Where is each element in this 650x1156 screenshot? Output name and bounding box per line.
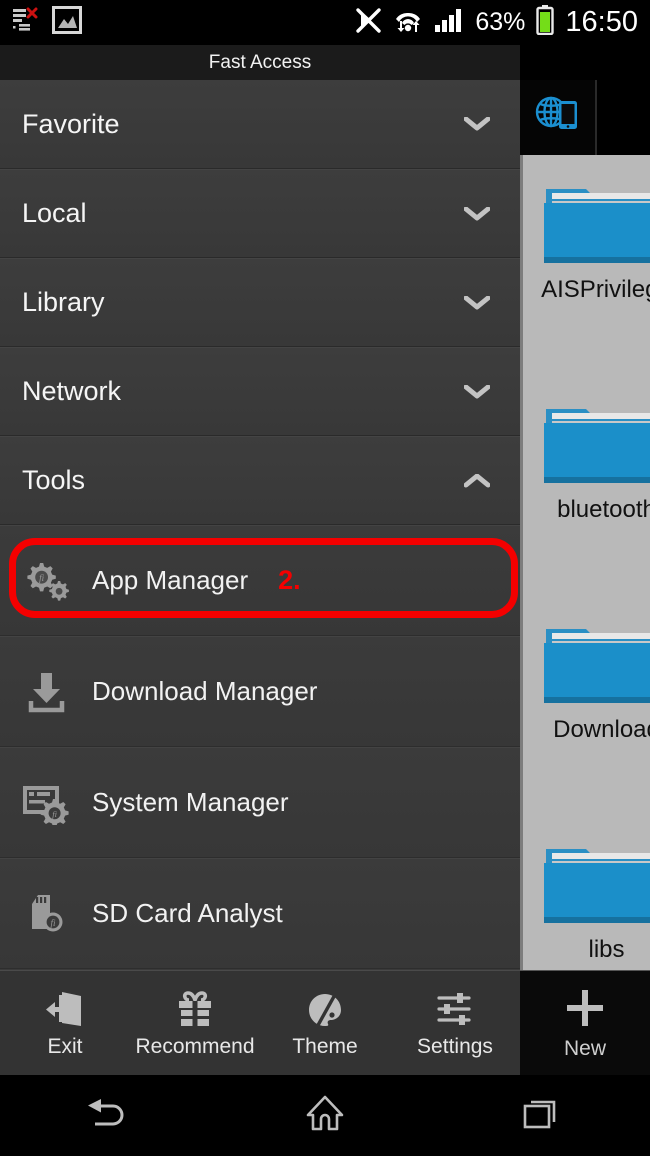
gift-icon [175, 988, 215, 1030]
status-bar-left-icons [12, 6, 82, 39]
signal-bars-icon [434, 7, 464, 38]
chevron-up-icon[interactable] [463, 473, 491, 488]
toolbar-button-label: Recommend [135, 1034, 255, 1058]
drawer-group-network[interactable]: Network [0, 347, 520, 436]
svg-text:fi: fi [52, 808, 57, 818]
file-browser-panel: AISPrivilege bluetooth [520, 45, 650, 1075]
battery-percent-label: 63% [475, 8, 526, 36]
drawer-group-label: Local [22, 198, 87, 228]
chevron-down-icon[interactable] [463, 384, 491, 399]
recents-icon [521, 1094, 563, 1137]
list-error-icon [12, 7, 38, 38]
svg-text:fi: fi [50, 918, 56, 928]
bluetooth-off-icon [354, 5, 382, 40]
toolbar-button-settings[interactable]: Settings [390, 988, 520, 1059]
folder-icon [542, 835, 650, 931]
battery-icon [536, 5, 555, 40]
drawer-group-label: Tools [22, 465, 86, 495]
clock-label: 16:50 [565, 6, 638, 38]
chevron-down-icon[interactable] [463, 295, 491, 310]
sliders-icon [435, 988, 475, 1030]
nav-back-button[interactable] [0, 1094, 217, 1137]
file-item-name: Download [553, 716, 650, 743]
svg-text:fi: fi [39, 573, 45, 583]
drawer-group-library[interactable]: Library [0, 258, 520, 347]
toolbar-button-label: Theme [292, 1034, 358, 1058]
new-button-label: New [563, 1036, 606, 1060]
folder-icon [542, 615, 650, 711]
back-arrow-icon [85, 1094, 131, 1137]
folder-icon [542, 395, 650, 491]
browser-tab-bar [520, 80, 650, 155]
toolbar-button-label: Exit [47, 1034, 83, 1058]
tool-item-download-manager[interactable]: Download Manager [0, 636, 520, 747]
file-grid: AISPrivilege bluetooth [520, 155, 650, 970]
android-nav-bar [0, 1075, 650, 1156]
tool-item-label: App Manager [92, 565, 249, 595]
home-icon [304, 1093, 346, 1138]
gears-icon: fi [20, 557, 74, 605]
file-item[interactable]: AISPrivilege [523, 155, 650, 375]
tool-item-label: System Manager [92, 787, 289, 817]
toolbar-button-exit[interactable]: Exit [0, 988, 130, 1059]
browser-tab-empty[interactable] [597, 80, 650, 155]
phone-screen: 63% 16:50 Fast Access Favorite Local Lib… [0, 0, 650, 1156]
sd-card-icon: fi [20, 890, 74, 938]
file-item-name: libs [588, 936, 625, 963]
toolbar-button-theme[interactable]: Theme [260, 988, 390, 1059]
file-item[interactable]: bluetooth [523, 375, 650, 595]
system-gear-icon: fi [20, 779, 74, 827]
globe-device-icon [534, 93, 582, 142]
tool-item-label: SD Card Analyst [92, 898, 283, 928]
nav-recents-button[interactable] [433, 1094, 650, 1137]
nav-home-button[interactable] [217, 1093, 434, 1138]
image-icon [52, 6, 82, 39]
toolbar-button-recommend[interactable]: Recommend [130, 988, 260, 1059]
file-item-name: AISPrivilege [541, 276, 650, 303]
folder-icon [542, 175, 650, 271]
file-item-name: bluetooth [557, 496, 650, 523]
annotation-step-number: 2. [278, 565, 301, 595]
file-item[interactable]: Download [523, 595, 650, 815]
new-button[interactable]: New [520, 970, 650, 1075]
page-title: Fast Access [208, 51, 312, 73]
bottom-toolbar: Exit Recommend Theme Settings [0, 970, 520, 1075]
tool-item-sd-card-analyst[interactable]: fi SD Card Analyst [0, 858, 520, 969]
tool-item-app-manager[interactable]: fi App Manager 2. [0, 525, 520, 636]
status-bar-right-icons: 63% 16:50 [354, 5, 638, 40]
drawer-group-label: Network [22, 376, 122, 406]
file-item[interactable]: libs [523, 815, 650, 970]
drawer-group-label: Favorite [22, 108, 120, 139]
download-icon [20, 668, 74, 716]
drawer-group-label: Library [22, 287, 105, 317]
drawer-group-tools[interactable]: Tools [0, 436, 520, 525]
tool-item-system-manager[interactable]: fi System Manager [0, 747, 520, 858]
palette-icon [305, 988, 345, 1030]
toolbar-button-label: Settings [417, 1034, 493, 1058]
browser-tab-active[interactable] [520, 80, 597, 155]
tool-item-label: Download Manager [92, 676, 318, 706]
drawer-group-local[interactable]: Local [0, 169, 520, 258]
drawer-group-favorite[interactable]: Favorite [0, 80, 520, 169]
plus-icon [563, 986, 607, 1035]
fast-access-drawer: Favorite Local Library Network Tools fi … [0, 80, 520, 970]
exit-door-icon [45, 988, 85, 1030]
chevron-down-icon[interactable] [463, 206, 491, 221]
title-bar: Fast Access [0, 45, 520, 80]
chevron-down-icon[interactable] [463, 116, 491, 131]
status-bar: 63% 16:50 [0, 0, 650, 45]
wifi-icon [393, 7, 423, 38]
